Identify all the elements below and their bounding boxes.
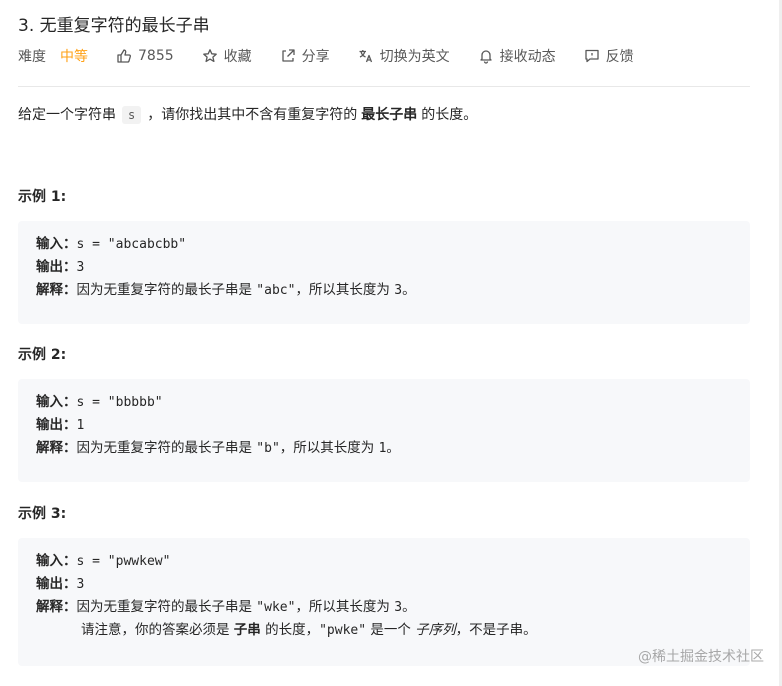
example-3-note-italic: 子序列 xyxy=(415,622,456,638)
example-1-explain-end: 。 xyxy=(402,282,416,298)
example-1-explain-code: "abc" xyxy=(256,283,296,298)
example-3-explain-code: "wke" xyxy=(256,600,296,615)
example-2-explain-text: 因为无重复字符的最长子串是 xyxy=(76,440,253,456)
feedback-label: 反馈 xyxy=(605,49,634,65)
watermark-text: @稀土掘金技术社区 xyxy=(638,649,764,665)
thumbs-up-icon xyxy=(117,49,131,63)
example-2-explain-mid: ，所以其长度为 xyxy=(279,440,375,456)
example-2-explain-code: "b" xyxy=(256,441,280,456)
header-divider xyxy=(18,86,750,87)
example-1-output-row: 输出：3 xyxy=(36,256,732,279)
problem-page: 3. 无重复字符的最长子串 难度 中等 7855 收藏 分享 切换为英文 接收动… xyxy=(0,0,782,686)
example-3-output: 3 xyxy=(76,577,85,592)
example-1-output-label: 输出： xyxy=(36,259,77,275)
description-bold: 最长子串 xyxy=(361,107,418,123)
difficulty-label: 难度 xyxy=(18,49,46,65)
collect-label: 收藏 xyxy=(223,49,252,65)
example-1-explain-row: 解释：因为无重复字符的最长子串是 "abc"，所以其长度为 3。 xyxy=(36,279,732,302)
collect-button[interactable]: 收藏 xyxy=(202,46,252,66)
example-2-output-label: 输出： xyxy=(36,417,77,433)
switch-language-label: 切换为英文 xyxy=(379,49,450,65)
feedback-icon xyxy=(584,49,599,63)
problem-title: 3. 无重复字符的最长子串 xyxy=(18,16,210,36)
difficulty-badge: 中等 xyxy=(60,49,88,65)
example-2-box: 输入：s = "bbbbb" 输出：1 解释：因为无重复字符的最长子串是 "b"… xyxy=(18,379,750,482)
example-2-input-label: 输入： xyxy=(36,394,77,410)
example-2-output-row: 输出：1 xyxy=(36,414,732,437)
example-1-explain-text: 因为无重复字符的最长子串是 xyxy=(76,282,253,298)
switch-language-button[interactable]: 切换为英文 xyxy=(358,46,450,66)
example-3-input-row: 输入：s = "pwwkew" xyxy=(36,550,732,573)
example-3-note-is: 是一个 xyxy=(370,622,411,638)
example-3-note-end: ，不是子串。 xyxy=(455,622,537,638)
example-1-explain-num: 3 xyxy=(394,283,403,298)
example-3-note-prefix: 请注意，你的答案必须是 xyxy=(81,622,230,638)
subscribe-button[interactable]: 接收动态 xyxy=(478,46,556,66)
star-icon xyxy=(202,49,217,63)
example-2-explain-end: 。 xyxy=(386,440,400,456)
example-3-input-label: 输入： xyxy=(36,553,77,569)
example-3-note-bold: 子串 xyxy=(233,622,261,638)
description-middle: ，请你找出其中不含有重复字符的 xyxy=(147,107,358,123)
example-3-explain-end: 。 xyxy=(402,599,416,615)
example-3-input: s = "pwwkew" xyxy=(76,554,171,569)
example-2-input: s = "bbbbb" xyxy=(76,395,163,410)
example-2-output: 1 xyxy=(76,418,85,433)
example-3-note-mid: 的长度， xyxy=(265,622,320,638)
example-3-output-label: 输出： xyxy=(36,576,77,592)
example-1-box: 输入：s = "abcabcbb" 输出：3 解释：因为无重复字符的最长子串是 … xyxy=(18,221,750,324)
example-3-note-row: 请注意，你的答案必须是 子串 的长度，"pwke" 是一个 子序列，不是子串。 xyxy=(36,619,732,642)
problem-meta-bar: 难度 中等 7855 收藏 分享 切换为英文 接收动态 反馈 xyxy=(18,45,662,67)
description-variable: s xyxy=(122,106,142,124)
share-label: 分享 xyxy=(301,49,330,65)
feedback-button[interactable]: 反馈 xyxy=(584,46,634,66)
example-3-explain-num: 3 xyxy=(394,600,403,615)
description-suffix: 的长度。 xyxy=(421,107,478,123)
bell-icon xyxy=(479,50,492,64)
subscribe-label: 接收动态 xyxy=(499,49,556,65)
example-3-title: 示例 3: xyxy=(18,506,67,522)
like-count: 7855 xyxy=(138,48,174,64)
description-prefix: 给定一个字符串 xyxy=(18,107,116,123)
example-3-note-code: "pwke" xyxy=(319,623,367,638)
example-1-input-label: 输入： xyxy=(36,236,77,252)
example-3-explain-row: 解释：因为无重复字符的最长子串是 "wke"，所以其长度为 3。 xyxy=(36,596,732,619)
example-1-explain-mid: ，所以其长度为 xyxy=(295,282,390,298)
share-icon xyxy=(281,49,295,62)
example-3-output-row: 输出：3 xyxy=(36,573,732,596)
example-2-title: 示例 2: xyxy=(18,347,67,363)
example-2-explain-label: 解释： xyxy=(36,440,77,456)
example-3-explain-mid: ，所以其长度为 xyxy=(295,599,390,615)
example-1-input-row: 输入：s = "abcabcbb" xyxy=(36,233,732,256)
problem-description: 给定一个字符串 s ，请你找出其中不含有重复字符的 最长子串 的长度。 xyxy=(18,103,477,127)
example-3-explain-text: 因为无重复字符的最长子串是 xyxy=(76,599,253,615)
example-1-title: 示例 1: xyxy=(18,189,67,205)
example-2-explain-row: 解释：因为无重复字符的最长子串是 "b"，所以其长度为 1。 xyxy=(36,437,732,460)
share-button[interactable]: 分享 xyxy=(280,46,330,66)
translate-icon xyxy=(359,50,372,63)
example-1-explain-label: 解释： xyxy=(36,282,77,298)
like-button[interactable]: 7855 xyxy=(116,48,174,64)
example-3-explain-label: 解释： xyxy=(36,599,77,615)
example-2-input-row: 输入：s = "bbbbb" xyxy=(36,391,732,414)
example-1-output: 3 xyxy=(76,260,85,275)
example-1-input: s = "abcabcbb" xyxy=(76,237,187,252)
